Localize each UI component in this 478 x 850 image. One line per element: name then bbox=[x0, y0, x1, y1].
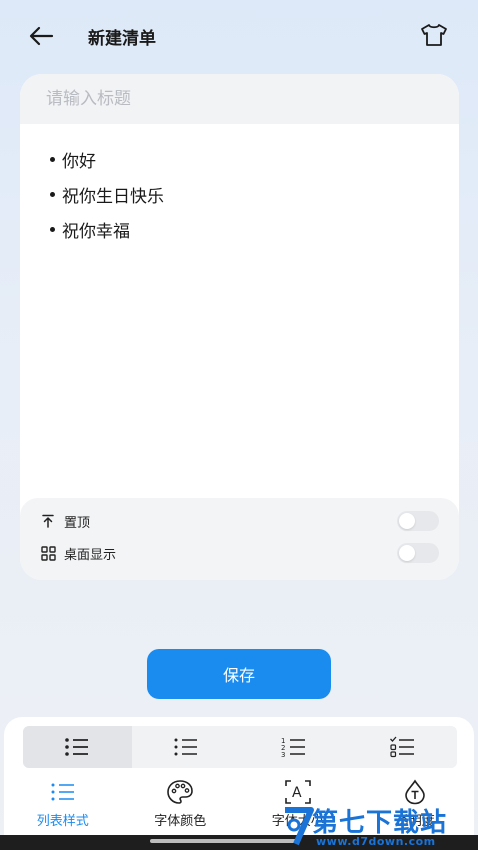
options-panel: 置顶 桌面显示 bbox=[20, 498, 459, 580]
pin-top-icon bbox=[40, 513, 56, 529]
save-button[interactable]: 保存 bbox=[147, 649, 331, 699]
bullet-icon bbox=[50, 227, 55, 232]
style-option-bullet-alt[interactable] bbox=[132, 726, 241, 768]
tab-label: 列表样式 bbox=[36, 814, 89, 829]
editor-card: 你好 祝你生日快乐 祝你幸福 置顶 桌面显示 bbox=[20, 74, 459, 580]
tshirt-icon bbox=[421, 24, 447, 46]
toggle-knob bbox=[399, 545, 415, 561]
list-style-icon bbox=[49, 779, 77, 805]
grid-icon bbox=[40, 545, 56, 561]
bullet-list-alt-icon bbox=[174, 738, 197, 756]
checklist-icon bbox=[389, 736, 414, 758]
back-button[interactable] bbox=[26, 22, 56, 50]
style-option-numbered[interactable]: 1 2 3 bbox=[240, 726, 349, 768]
app-header: 新建清单 bbox=[0, 0, 478, 70]
list-item-text: 你好 bbox=[62, 152, 96, 172]
tab-label: 字体颜色 bbox=[154, 814, 207, 829]
content-list[interactable]: 你好 祝你生日快乐 祝你幸福 bbox=[50, 142, 164, 247]
bullet-list-icon bbox=[65, 738, 89, 756]
list-item-text: 祝你生日快乐 bbox=[62, 187, 164, 207]
toggle-knob bbox=[399, 513, 415, 529]
list-item[interactable]: 祝你幸福 bbox=[50, 212, 164, 247]
svg-text:3: 3 bbox=[281, 751, 285, 758]
desktop-toggle[interactable] bbox=[397, 543, 439, 563]
bullet-icon bbox=[50, 192, 55, 197]
palette-icon bbox=[166, 779, 194, 805]
pin-toggle[interactable] bbox=[397, 511, 439, 531]
watermark-title: 第七下载站 bbox=[312, 808, 448, 838]
desktop-option: 桌面显示 bbox=[20, 538, 459, 568]
style-option-checklist[interactable] bbox=[349, 726, 458, 768]
list-item[interactable]: 你好 bbox=[50, 142, 164, 177]
tab-list-style[interactable]: 列表样式 bbox=[4, 779, 122, 829]
svg-text:A: A bbox=[292, 785, 302, 801]
style-option-bullet[interactable] bbox=[23, 726, 132, 768]
theme-button[interactable] bbox=[418, 20, 450, 50]
watermark: 第七下载站 www.d7down.com bbox=[282, 802, 478, 850]
watermark-url: www.d7down.com bbox=[316, 835, 436, 848]
title-input[interactable] bbox=[20, 74, 459, 124]
list-item[interactable]: 祝你生日快乐 bbox=[50, 177, 164, 212]
watermark-logo-icon bbox=[285, 807, 314, 846]
numbered-list-icon: 1 2 3 bbox=[281, 737, 306, 758]
list-item-text: 祝你幸福 bbox=[62, 222, 130, 242]
page-title: 新建清单 bbox=[88, 29, 156, 49]
pin-label: 置顶 bbox=[64, 515, 91, 531]
desktop-label: 桌面显示 bbox=[64, 547, 117, 563]
list-style-selector: 1 2 3 bbox=[23, 726, 457, 768]
home-indicator[interactable] bbox=[150, 839, 300, 843]
bullet-icon bbox=[50, 157, 55, 162]
tab-font-color[interactable]: 字体颜色 bbox=[122, 779, 240, 829]
arrow-left-icon bbox=[29, 26, 54, 46]
pin-option: 置顶 bbox=[20, 506, 459, 536]
